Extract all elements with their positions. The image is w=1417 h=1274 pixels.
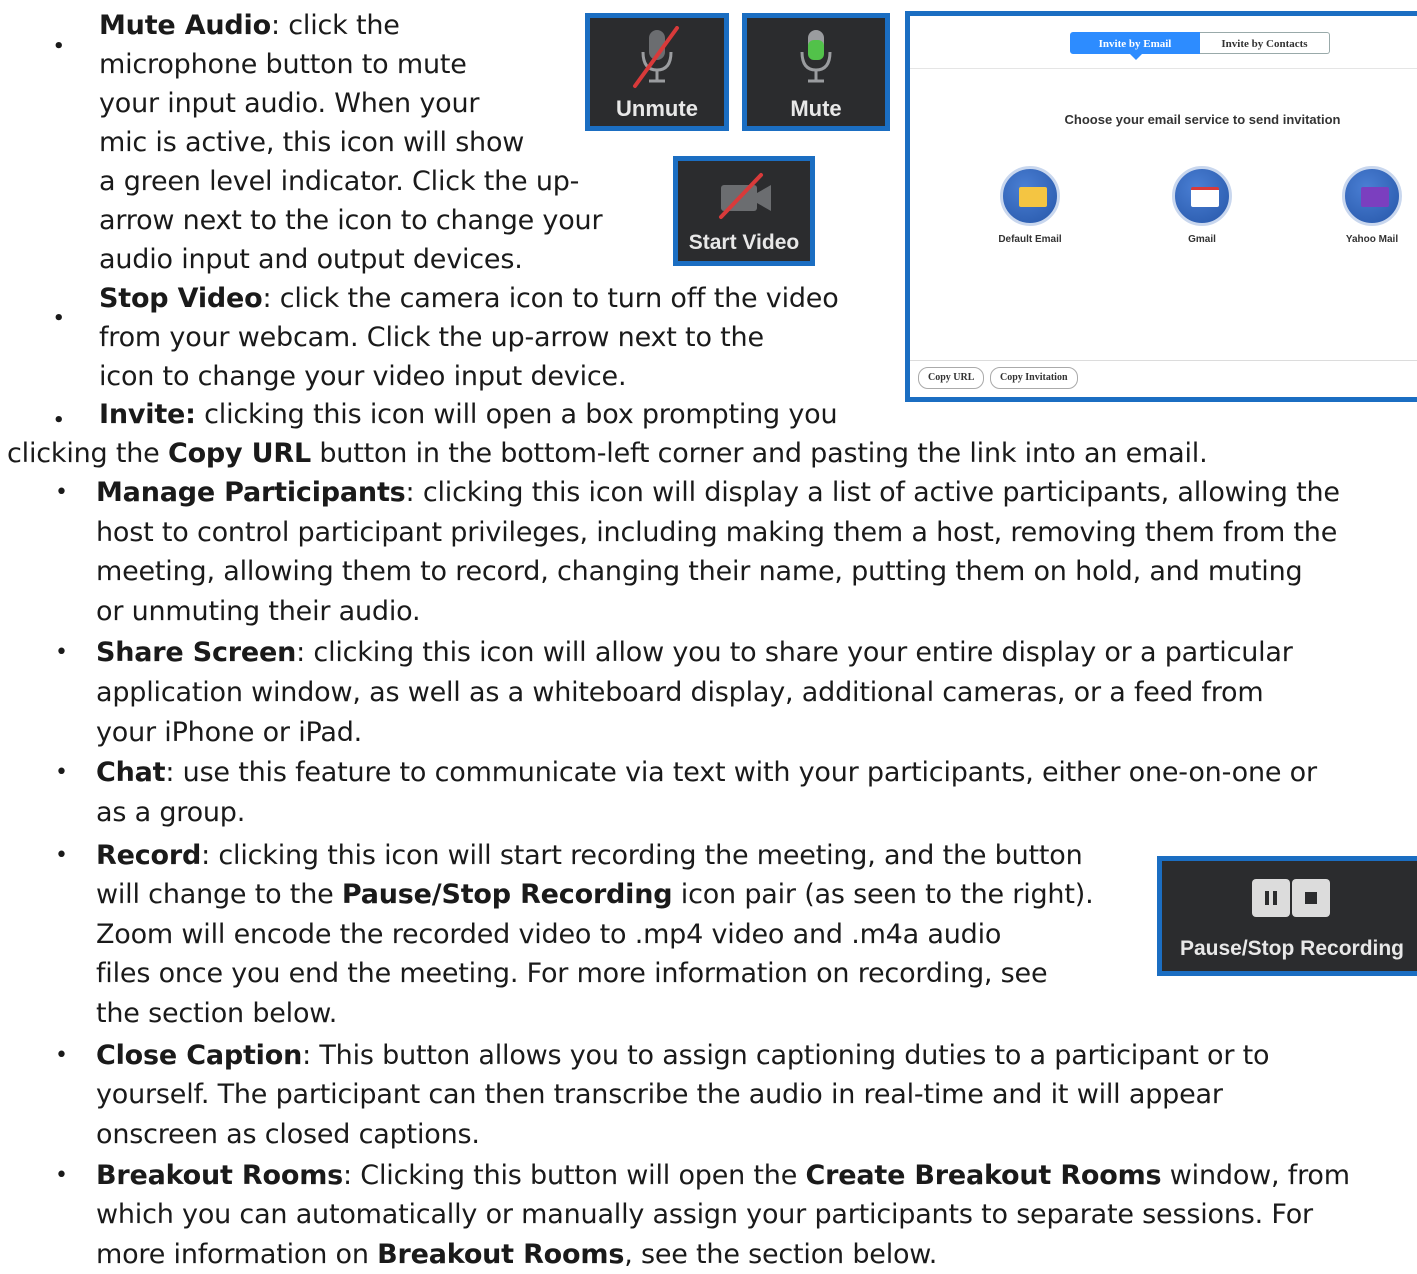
tab-invite-by-email[interactable]: Invite by Email bbox=[1070, 32, 1200, 54]
service-yahoo-mail[interactable]: Yahoo Mail bbox=[1312, 166, 1417, 245]
bullet: • bbox=[53, 308, 65, 329]
video-camera-off-icon bbox=[719, 173, 771, 219]
start-video-label: Start Video bbox=[688, 231, 800, 254]
breakout-rooms-title: Breakout Rooms bbox=[96, 1160, 344, 1191]
share-screen-line-2: application window, as well as a whitebo… bbox=[96, 677, 1264, 708]
envelope-icon bbox=[1019, 187, 1047, 207]
dialog-title: Choose your email service to send invita… bbox=[1064, 112, 1341, 127]
tab-invite-by-contacts[interactable]: Invite by Contacts bbox=[1200, 32, 1330, 54]
breakout-rooms-line-3: more information on Breakout Rooms, see … bbox=[96, 1239, 938, 1270]
mute-audio-title: Mute Audio bbox=[99, 10, 271, 41]
record-line-3: Zoom will encode the recorded video to .… bbox=[96, 919, 1002, 950]
bullet: • bbox=[53, 36, 65, 57]
invite-title: Invite: bbox=[99, 399, 196, 430]
envelope-icon bbox=[1191, 187, 1219, 207]
mute-audio-line-3: your input audio. When your bbox=[99, 88, 480, 119]
start-video-button[interactable]: Start Video bbox=[673, 156, 815, 266]
pause-stop-recording-button[interactable]: Pause/Stop Recording bbox=[1157, 856, 1417, 976]
mute-button[interactable]: Mute bbox=[742, 13, 890, 131]
bullet: • bbox=[55, 480, 68, 505]
service-label: Yahoo Mail bbox=[1345, 234, 1399, 245]
manage-participants-line-3: meeting, allowing them to record, changi… bbox=[96, 556, 1303, 587]
breakout-rooms-line-1: Breakout Rooms: Clicking this button wil… bbox=[96, 1160, 1350, 1191]
close-caption-line-1: Close Caption: This button allows you to… bbox=[96, 1040, 1270, 1071]
microphone-icon bbox=[800, 30, 832, 83]
mute-label: Mute bbox=[790, 96, 842, 121]
close-caption-line-3: onscreen as closed captions. bbox=[96, 1119, 480, 1150]
pause-stop-label: Pause/Stop Recording bbox=[1179, 937, 1405, 960]
share-screen-title: Share Screen bbox=[96, 637, 297, 668]
stop-video-line-3: icon to change your video input device. bbox=[99, 361, 627, 392]
record-line-1: Record: clicking this icon will start re… bbox=[96, 840, 1083, 871]
unmute-label: Unmute bbox=[616, 96, 698, 121]
share-screen-line-1: Share Screen: clicking this icon will al… bbox=[96, 637, 1293, 668]
copy-invitation-button[interactable]: Copy Invitation bbox=[990, 367, 1078, 389]
manage-participants-line-1: Manage Participants: clicking this icon … bbox=[96, 477, 1340, 508]
breakout-rooms-line-2: which you can automatically or manually … bbox=[96, 1199, 1313, 1230]
bullet: • bbox=[55, 640, 68, 665]
manage-participants-title: Manage Participants bbox=[96, 477, 406, 508]
record-line-5: the section below. bbox=[96, 998, 338, 1029]
mute-audio-line-5: a green level indicator. Click the up- bbox=[99, 166, 580, 197]
chat-line-2: as a group. bbox=[96, 797, 246, 828]
stop-video-line-1: Stop Video: click the camera icon to tur… bbox=[99, 283, 839, 314]
mute-audio-line-1: Mute Audio: click the bbox=[99, 10, 400, 41]
mute-audio-line-2: microphone button to mute bbox=[99, 49, 467, 80]
invite-dialog: Invite by Email Invite by Contacts Choos… bbox=[905, 11, 1417, 402]
close-caption-line-2: yourself. The participant can then trans… bbox=[96, 1079, 1223, 1110]
invite-line-1: Invite: clicking this icon will open a b… bbox=[99, 399, 838, 430]
record-line-4: files once you end the meeting. For more… bbox=[96, 958, 1048, 989]
bullet: • bbox=[53, 410, 65, 431]
bullet: • bbox=[55, 1043, 68, 1068]
gmail-icon bbox=[1172, 166, 1232, 226]
invite-line-2: clicking the Copy URL button in the bott… bbox=[7, 438, 1208, 469]
yahoo-mail-icon bbox=[1342, 166, 1402, 226]
record-title: Record bbox=[96, 840, 202, 871]
microphone-muted-icon bbox=[633, 26, 679, 88]
mute-audio-line-7: audio input and output devices. bbox=[99, 244, 523, 275]
service-label: Gmail bbox=[1188, 234, 1216, 245]
manage-participants-line-4: or unmuting their audio. bbox=[96, 596, 421, 627]
divider bbox=[910, 68, 1417, 69]
share-screen-line-3: your iPhone or iPad. bbox=[96, 717, 363, 748]
dialog-footer: Copy URL Copy Invitation bbox=[910, 360, 1417, 397]
chat-title: Chat bbox=[96, 757, 166, 788]
chat-line-1: Chat: use this feature to communicate vi… bbox=[96, 757, 1317, 788]
copy-url-button[interactable]: Copy URL bbox=[918, 367, 985, 389]
envelope-icon bbox=[1361, 187, 1389, 207]
default-email-icon bbox=[1000, 166, 1060, 226]
mute-audio-line-4: mic is active, this icon will show bbox=[99, 127, 525, 158]
pause-stop-icon bbox=[1252, 879, 1330, 917]
invite-tabs: Invite by Email Invite by Contacts bbox=[1070, 32, 1330, 56]
tab-caret-icon bbox=[1130, 54, 1142, 60]
bullet: • bbox=[55, 1163, 68, 1188]
service-gmail[interactable]: Gmail bbox=[1142, 166, 1262, 245]
record-line-2: will change to the Pause/Stop Recording … bbox=[96, 879, 1094, 910]
close-caption-title: Close Caption bbox=[96, 1040, 303, 1071]
stop-video-title: Stop Video bbox=[99, 283, 263, 314]
unmute-button[interactable]: Unmute bbox=[585, 13, 729, 131]
service-default-email[interactable]: Default Email bbox=[970, 166, 1090, 245]
service-label: Default Email bbox=[998, 234, 1062, 245]
mute-audio-line-6: arrow next to the icon to change your bbox=[99, 205, 603, 236]
bullet: • bbox=[55, 760, 68, 785]
bullet: • bbox=[55, 843, 68, 868]
manage-participants-line-2: host to control participant privileges, … bbox=[96, 517, 1338, 548]
stop-video-line-2: from your webcam. Click the up-arrow nex… bbox=[99, 322, 764, 353]
